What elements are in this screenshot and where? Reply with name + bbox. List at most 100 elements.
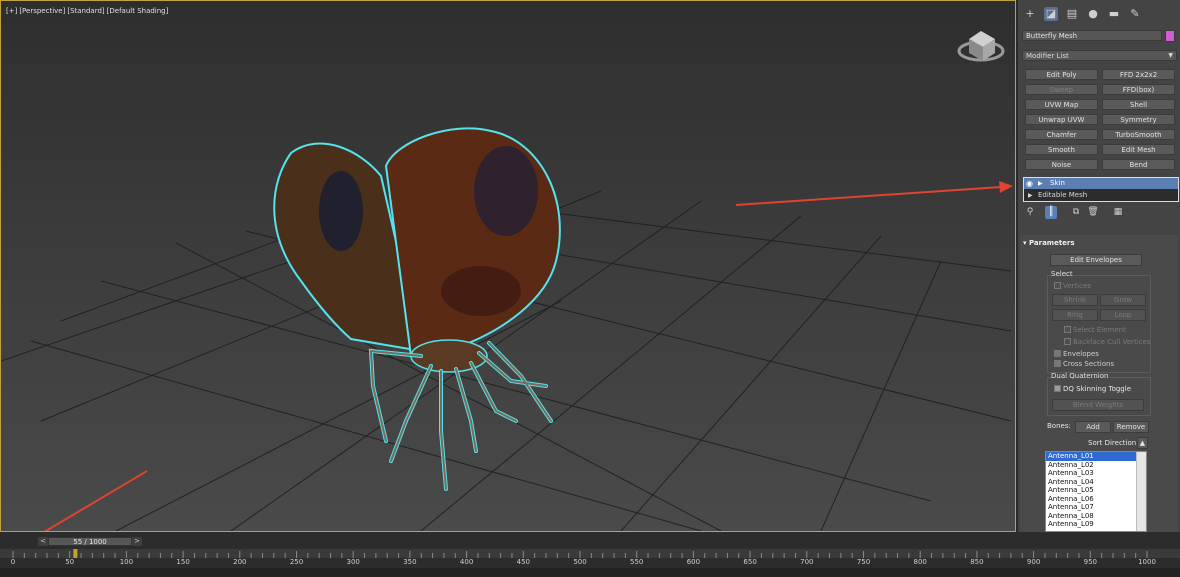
- backface-cull-checkbox[interactable]: Backface Cull Vertices: [1064, 338, 1151, 346]
- shrink-button[interactable]: Shrink: [1052, 294, 1098, 306]
- edit-poly-button[interactable]: Edit Poly: [1025, 69, 1098, 80]
- envelopes-checkbox[interactable]: Envelopes: [1054, 350, 1099, 358]
- bone-item[interactable]: Antenna_L08: [1046, 512, 1146, 521]
- motion-icon[interactable]: ●: [1086, 7, 1100, 21]
- modifier-list-dropdown[interactable]: Modifier List ▼: [1022, 50, 1177, 61]
- track-tick-label: 1000: [1138, 558, 1156, 566]
- track-tick-label: 300: [346, 558, 360, 566]
- ffd-box-button[interactable]: FFD(box): [1102, 84, 1175, 95]
- turbosmooth-button[interactable]: TurboSmooth: [1102, 129, 1175, 140]
- command-panel-tabs: + ◪ ▤ ● ▬ ✎: [1018, 5, 1180, 25]
- noise-button[interactable]: Noise: [1025, 159, 1098, 170]
- ring-button[interactable]: Ring: [1052, 309, 1098, 321]
- vertices-checkbox[interactable]: Vertices: [1054, 282, 1091, 290]
- trash-icon[interactable]: 🗑: [1087, 206, 1099, 219]
- bone-item[interactable]: Antenna_L01: [1046, 452, 1146, 461]
- hierarchy-icon[interactable]: ▤: [1065, 7, 1079, 21]
- select-element-checkbox[interactable]: Select Element: [1064, 326, 1126, 334]
- status-bar: [0, 568, 1180, 577]
- bone-item[interactable]: Antenna_L03: [1046, 469, 1146, 478]
- pin-stack-icon[interactable]: ⚲: [1024, 206, 1036, 219]
- sweep-button[interactable]: Sweep: [1025, 84, 1098, 95]
- perspective-viewport[interactable]: [+] [Perspective] [Standard] [Default Shadi…: [0, 0, 1016, 532]
- track-tick-label: 150: [176, 558, 190, 566]
- track-tick-label: 850: [970, 558, 984, 566]
- loop-button[interactable]: Loop: [1100, 309, 1146, 321]
- ffd-2x2x2-button[interactable]: FFD 2x2x2: [1102, 69, 1175, 80]
- object-name-field[interactable]: Butterfly Mesh: [1022, 30, 1162, 41]
- track-tick-label: 800: [913, 558, 927, 566]
- edit-envelopes-button[interactable]: Edit Envelopes: [1050, 254, 1142, 266]
- bones-list-scrollbar[interactable]: [1136, 452, 1146, 531]
- dq-skinning-checkbox[interactable]: DQ Skinning Toggle: [1054, 385, 1131, 393]
- sort-up-icon[interactable]: ▲: [1137, 437, 1148, 449]
- time-slider-prev[interactable]: <: [38, 537, 48, 546]
- modifier-stack: ◉ ▶ Skin ▶ Editable Mesh: [1023, 177, 1179, 202]
- bone-item[interactable]: Antenna_L09: [1046, 520, 1146, 529]
- bone-item[interactable]: Antenna_L06: [1046, 495, 1146, 504]
- track-tick-label: 700: [800, 558, 814, 566]
- configure-sets-icon[interactable]: ▦: [1112, 206, 1124, 219]
- track-tick-label: 650: [743, 558, 757, 566]
- parameters-title[interactable]: ▾ Parameters: [1023, 239, 1075, 247]
- dq-skinning-label: DQ Skinning Toggle: [1063, 385, 1131, 393]
- vertices-label: Vertices: [1063, 282, 1091, 290]
- callout-arrow-timeline: [43, 470, 148, 531]
- plus-icon[interactable]: +: [1023, 7, 1037, 21]
- current-frame-marker[interactable]: [73, 549, 78, 558]
- bone-item[interactable]: Antenna_L05: [1046, 486, 1146, 495]
- cross-sections-label: Cross Sections: [1063, 360, 1115, 368]
- make-unique-icon[interactable]: ⧉: [1070, 206, 1082, 219]
- bones-label: Bones:: [1047, 422, 1071, 430]
- expand-triangle-icon[interactable]: ▶: [1038, 178, 1043, 189]
- unwrap-uvw-button[interactable]: Unwrap UVW: [1025, 114, 1098, 125]
- select-group-title: Select: [1051, 270, 1073, 278]
- grow-button[interactable]: Grow: [1100, 294, 1146, 306]
- display-icon[interactable]: ▬: [1107, 7, 1121, 21]
- stack-item-editable-mesh[interactable]: ▶ Editable Mesh: [1024, 190, 1178, 201]
- bone-item[interactable]: Antenna_L04: [1046, 478, 1146, 487]
- modify-icon[interactable]: ◪: [1044, 7, 1058, 21]
- track-tick-label: 350: [403, 558, 417, 566]
- smooth-button[interactable]: Smooth: [1025, 144, 1098, 155]
- eye-icon[interactable]: ◉: [1026, 178, 1033, 189]
- sort-direction-label: Sort Direction:: [1088, 439, 1139, 447]
- bend-button[interactable]: Bend: [1102, 159, 1175, 170]
- chamfer-button[interactable]: Chamfer: [1025, 129, 1098, 140]
- track-tick-label: 950: [1083, 558, 1097, 566]
- bone-item[interactable]: Antenna_L02: [1046, 461, 1146, 470]
- wrench-icon[interactable]: ✎: [1128, 7, 1142, 21]
- blend-weights-button[interactable]: Blend Weights: [1052, 399, 1144, 411]
- dual-quaternion-title: Dual Quaternion: [1051, 372, 1109, 380]
- track-bar-ticks: [12, 549, 1148, 558]
- shell-button[interactable]: Shell: [1102, 99, 1175, 110]
- track-tick-label: 900: [1026, 558, 1041, 566]
- stack-item-skin[interactable]: ◉ ▶ Skin: [1024, 178, 1178, 189]
- time-slider[interactable]: 55 / 1000: [48, 537, 132, 546]
- show-end-result-icon[interactable]: ║: [1045, 206, 1057, 219]
- select-element-label: Select Element: [1073, 326, 1126, 334]
- uvw-map-button[interactable]: UVW Map: [1025, 99, 1098, 110]
- viewport-scene: [1, 31, 1013, 531]
- envelopes-label: Envelopes: [1063, 350, 1099, 358]
- object-color-swatch[interactable]: [1165, 30, 1175, 42]
- edit-mesh-button[interactable]: Edit Mesh: [1102, 144, 1175, 155]
- callout-arrow-stack: [735, 181, 1013, 206]
- bones-list[interactable]: Antenna_L01 Antenna_L02 Antenna_L03 Ante…: [1045, 451, 1147, 532]
- stack-item-label: Editable Mesh: [1038, 191, 1088, 199]
- modifier-list-label: Modifier List: [1026, 52, 1069, 60]
- time-slider-next[interactable]: >: [132, 537, 142, 546]
- butterfly-mesh[interactable]: [273, 127, 561, 491]
- symmetry-button[interactable]: Symmetry: [1102, 114, 1175, 125]
- viewcube-icon[interactable]: [957, 31, 1005, 62]
- track-tick-label: 200: [233, 558, 247, 566]
- cross-sections-checkbox[interactable]: Cross Sections: [1054, 360, 1114, 368]
- parameters-title-text: Parameters: [1028, 239, 1075, 247]
- remove-bone-button[interactable]: Remove: [1113, 421, 1149, 433]
- track-tick-label: 450: [516, 558, 530, 566]
- track-tick-label: 400: [459, 558, 474, 566]
- expand-triangle-icon[interactable]: ▶: [1028, 190, 1033, 201]
- track-tick-label: 0: [10, 558, 16, 566]
- bone-item[interactable]: Antenna_L07: [1046, 503, 1146, 512]
- add-bone-button[interactable]: Add: [1075, 421, 1111, 433]
